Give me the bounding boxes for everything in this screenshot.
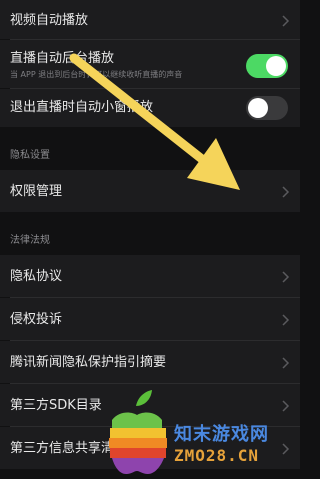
chevron-right-icon <box>282 271 290 283</box>
legal-item-infringement[interactable]: 侵权投诉 <box>0 298 300 340</box>
legal-item-privacy-agreement[interactable]: 隐私协议 <box>0 255 300 297</box>
apple-logo-icon <box>109 390 167 474</box>
live-pip-label: 退出直播时自动小窗播放 <box>10 100 154 115</box>
legal-item-label: 侵权投诉 <box>10 312 63 327</box>
legal-item-privacy-summary[interactable]: 腾讯新闻隐私保护指引摘要 <box>0 341 300 383</box>
live-pip-row: 退出直播时自动小窗播放 <box>0 89 300 127</box>
video-autoplay-row[interactable]: 视频自动播放 <box>0 0 300 39</box>
chevron-right-icon <box>282 15 290 27</box>
chevron-right-icon <box>282 357 290 369</box>
watermark: 知末游戏网 ZMO28.CN <box>98 380 300 479</box>
watermark-cn-text: 知末游戏网 <box>174 424 269 445</box>
legal-item-label: 腾讯新闻隐私保护指引摘要 <box>10 355 167 370</box>
permissions-label: 权限管理 <box>10 184 63 199</box>
settings-page: 视频自动播放 直播自动后台播放 当 APP 退出到后台时，可以继续收听直播的声音… <box>0 0 300 479</box>
watermark-en-text: ZMO28.CN <box>174 446 260 465</box>
live-background-row: 直播自动后台播放 当 APP 退出到后台时，可以继续收听直播的声音 <box>0 40 300 88</box>
permissions-row[interactable]: 权限管理 <box>0 170 300 212</box>
legal-item-label: 第三方SDK目录 <box>10 398 102 413</box>
live-background-label: 直播自动后台播放 <box>10 51 115 66</box>
toggle-knob <box>248 98 268 118</box>
privacy-section-header: 隐私设置 <box>10 150 50 161</box>
chevron-right-icon <box>282 186 290 198</box>
chevron-right-icon <box>282 314 290 326</box>
toggle-knob <box>266 56 286 76</box>
live-background-toggle[interactable] <box>246 54 288 78</box>
live-background-subtitle: 当 APP 退出到后台时，可以继续收听直播的声音 <box>10 70 183 79</box>
legal-item-label: 隐私协议 <box>10 269 63 284</box>
video-autoplay-label: 视频自动播放 <box>10 13 89 28</box>
legal-section-header: 法律法规 <box>10 235 50 246</box>
live-pip-toggle[interactable] <box>246 96 288 120</box>
